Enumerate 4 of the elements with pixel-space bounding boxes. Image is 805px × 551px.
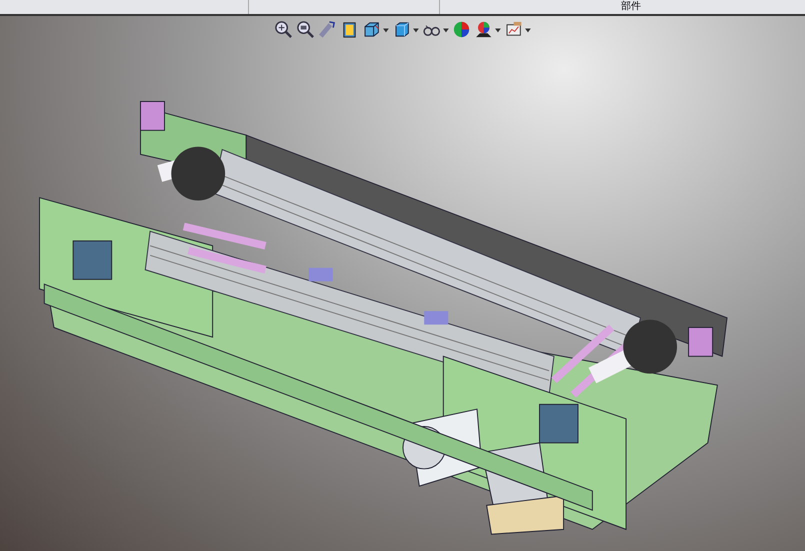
zoom-fit-icon[interactable] — [274, 20, 293, 39]
view-orientation-icon[interactable] — [362, 20, 389, 39]
document-type-label: 部件 — [621, 1, 641, 13]
zoom-area-icon[interactable] — [296, 20, 315, 39]
